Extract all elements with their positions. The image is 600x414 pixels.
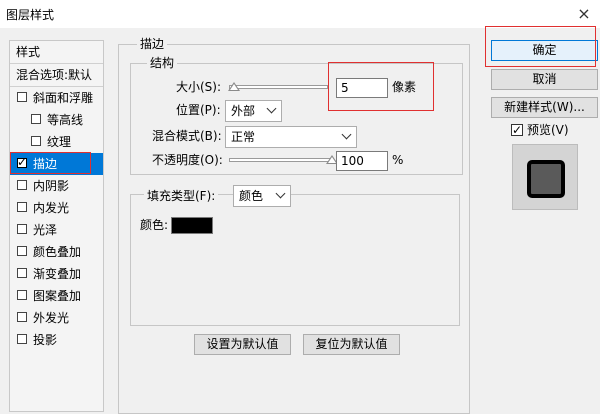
- style-item-label: 投影: [33, 333, 58, 347]
- color-swatch[interactable]: [171, 217, 213, 234]
- style-item-label: 等高线: [47, 113, 84, 127]
- style-item-label: 斜面和浮雕: [33, 91, 94, 105]
- ok-button[interactable]: 确定: [491, 40, 598, 61]
- style-item-checkbox[interactable]: [31, 114, 41, 124]
- chevron-down-icon: [341, 129, 352, 140]
- style-item-checkbox[interactable]: [17, 268, 27, 278]
- chevron-down-icon: [266, 103, 277, 114]
- style-item-label: 光泽: [33, 223, 58, 237]
- preview-label: 预览(V): [527, 123, 569, 137]
- color-label: 颜色:: [140, 218, 169, 232]
- style-item[interactable]: 等高线: [10, 109, 103, 131]
- size-slider-track[interactable]: [229, 85, 328, 89]
- style-list-panel: 样式 混合选项:默认 斜面和浮雕 等高线 纹理 ✓ 描边 内阴影 内发光 光泽 颜色叠加 渐变叠加…: [9, 40, 104, 412]
- position-label: 位置(P):: [176, 103, 221, 117]
- reset-default-button[interactable]: 复位为默认值: [303, 334, 400, 355]
- style-item-label: 渐变叠加: [33, 267, 82, 281]
- style-preview-thumbnail: [512, 144, 578, 210]
- title-bar: 图层样式 ×: [0, 0, 600, 28]
- size-unit: 像素: [392, 80, 417, 94]
- opacity-label: 不透明度(O):: [152, 153, 223, 167]
- new-style-button[interactable]: 新建样式(W)...: [491, 97, 598, 118]
- style-item[interactable]: 图案叠加: [10, 285, 103, 307]
- style-item[interactable]: ✓ 描边: [10, 153, 103, 175]
- style-item[interactable]: 外发光: [10, 307, 103, 329]
- style-item-checkbox[interactable]: [17, 290, 27, 300]
- style-item[interactable]: 斜面和浮雕: [10, 87, 103, 109]
- style-item[interactable]: 内阴影: [10, 175, 103, 197]
- make-default-button[interactable]: 设置为默认值: [194, 334, 291, 355]
- blending-options-item[interactable]: 混合选项:默认: [10, 64, 109, 86]
- style-item[interactable]: 纹理: [10, 131, 103, 153]
- blend-mode-label: 混合模式(B):: [152, 129, 222, 143]
- style-item-checkbox[interactable]: [31, 136, 41, 146]
- stroke-title: 描边: [137, 37, 168, 51]
- style-item-checkbox[interactable]: [17, 180, 27, 190]
- fill-type-value: 颜色: [239, 189, 264, 203]
- cancel-button[interactable]: 取消: [491, 69, 598, 90]
- style-item-checkbox[interactable]: [17, 334, 27, 344]
- style-item-label: 外发光: [33, 311, 70, 325]
- blend-mode-value: 正常: [231, 130, 256, 144]
- window-title: 图层样式: [6, 8, 55, 22]
- opacity-slider-track[interactable]: [229, 158, 332, 162]
- fill-type-label: 填充类型(F):: [144, 186, 219, 206]
- size-input[interactable]: 5: [336, 78, 388, 98]
- blend-mode-select[interactable]: 正常: [225, 126, 357, 148]
- size-slider-thumb[interactable]: [228, 82, 240, 91]
- fill-type-select[interactable]: 颜色: [233, 185, 291, 207]
- position-select[interactable]: 外部: [225, 100, 282, 122]
- style-item[interactable]: 颜色叠加: [10, 241, 103, 263]
- style-item[interactable]: 内发光: [10, 197, 103, 219]
- style-item-checkbox[interactable]: [17, 224, 27, 234]
- style-item-checkbox[interactable]: [17, 92, 27, 102]
- style-item-checkbox[interactable]: [17, 312, 27, 322]
- checkmark-icon: ✓: [17, 155, 28, 169]
- style-item-label: 内发光: [33, 201, 70, 215]
- style-item-label: 描边: [33, 157, 58, 171]
- style-item-label: 图案叠加: [33, 289, 82, 303]
- style-item-label: 颜色叠加: [33, 245, 82, 259]
- style-item-checkbox[interactable]: [17, 202, 27, 212]
- style-item-label: 纹理: [47, 135, 72, 149]
- style-item[interactable]: 投影: [10, 329, 103, 351]
- opacity-input[interactable]: 100: [336, 151, 388, 171]
- position-value: 外部: [231, 104, 256, 118]
- preview-checkbox[interactable]: ✓: [511, 123, 523, 137]
- style-item-checkbox[interactable]: ✓: [17, 155, 27, 169]
- fill-group: [130, 194, 460, 326]
- opacity-unit: %: [392, 153, 404, 167]
- size-label: 大小(S):: [176, 80, 222, 94]
- style-list-header: 样式: [16, 45, 41, 59]
- close-icon[interactable]: ×: [572, 2, 596, 26]
- chevron-down-icon: [275, 188, 286, 199]
- style-item-checkbox[interactable]: [17, 246, 27, 256]
- style-item[interactable]: 光泽: [10, 219, 103, 241]
- style-item-label: 内阴影: [33, 179, 70, 193]
- structure-title: 结构: [147, 56, 178, 70]
- style-item[interactable]: 渐变叠加: [10, 263, 103, 285]
- checkmark-icon: ✓: [512, 123, 523, 137]
- preview-shape: [527, 160, 565, 198]
